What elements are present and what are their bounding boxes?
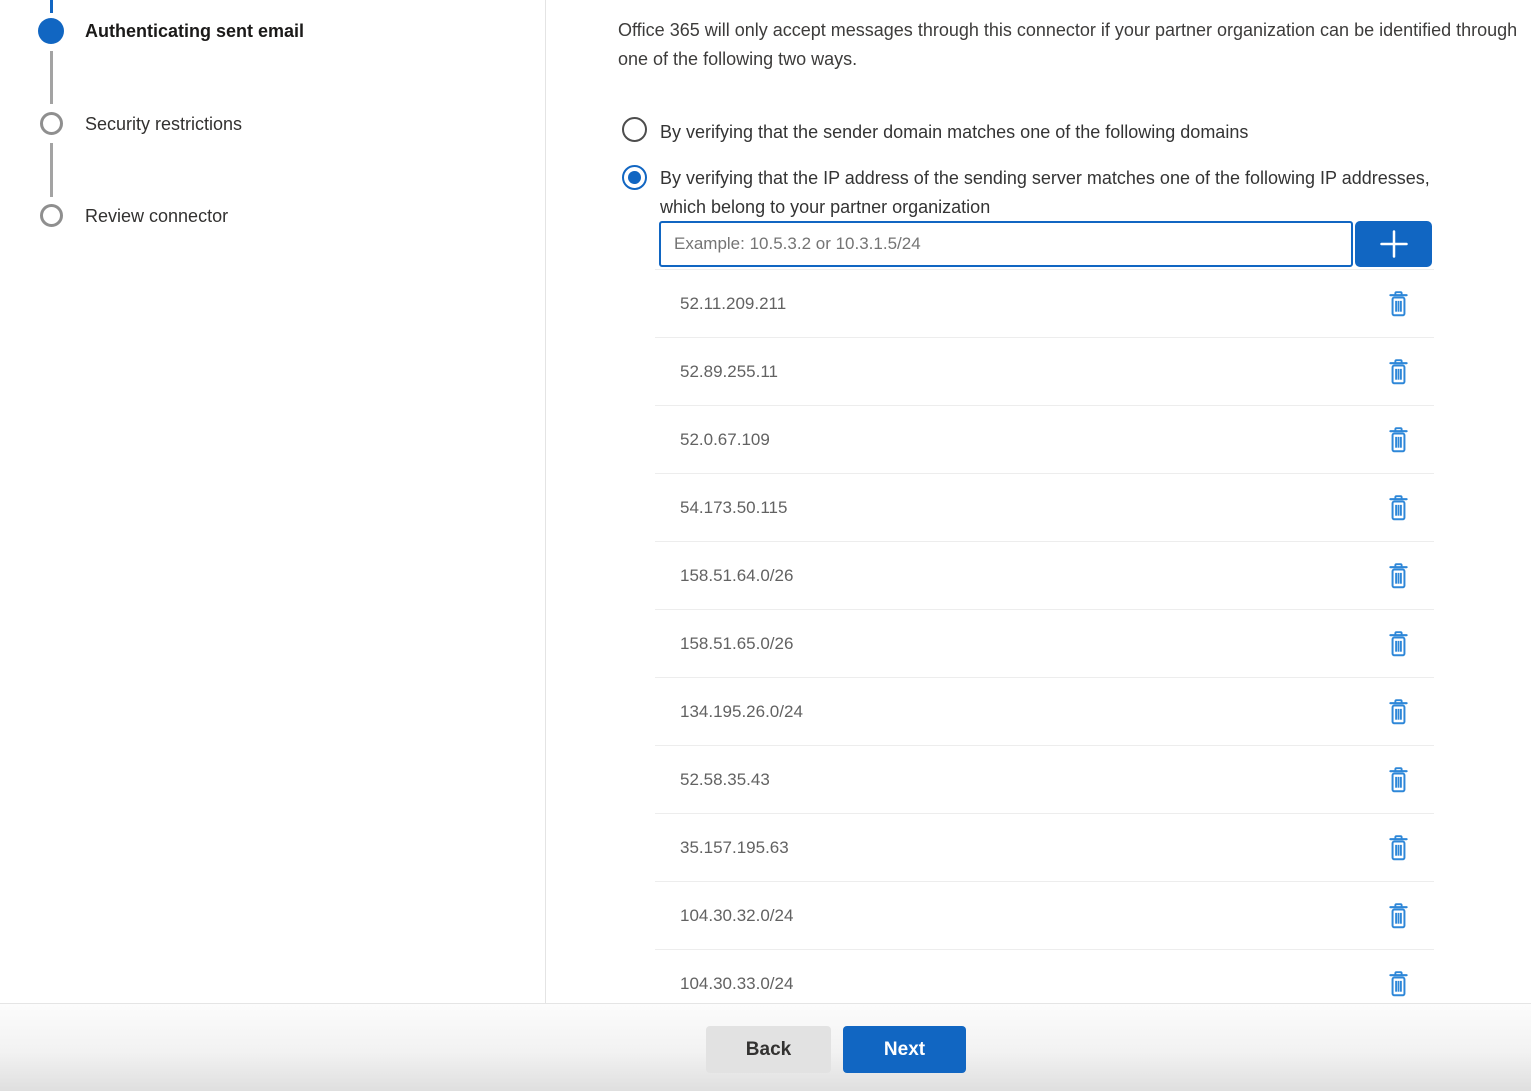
ip-option-label[interactable]: By verifying that the IP address of the … — [660, 164, 1478, 222]
back-button[interactable]: Back — [706, 1026, 831, 1073]
ip-address-list: 52.11.209.211 52.89.255.11 — [655, 269, 1434, 1018]
ip-row: 52.58.35.43 — [655, 746, 1434, 814]
wizard-footer: Back Next — [0, 1003, 1531, 1091]
trash-icon — [1386, 562, 1411, 590]
ip-row: 158.51.64.0/26 — [655, 542, 1434, 610]
ip-row: 52.89.255.11 — [655, 338, 1434, 406]
ip-address-value: 35.157.195.63 — [680, 838, 789, 858]
ip-row: 134.195.26.0/24 — [655, 678, 1434, 746]
delete-ip-button[interactable] — [1384, 765, 1412, 795]
radio-ip-option[interactable] — [622, 165, 647, 190]
trash-icon — [1386, 970, 1411, 998]
trash-icon — [1386, 698, 1411, 726]
trash-icon — [1386, 902, 1411, 930]
delete-ip-button[interactable] — [1384, 425, 1412, 455]
add-ip-button[interactable] — [1355, 221, 1432, 267]
delete-ip-button[interactable] — [1384, 697, 1412, 727]
ip-address-value: 134.195.26.0/24 — [680, 702, 803, 722]
ip-row: 52.11.209.211 — [655, 270, 1434, 338]
intro-text: Office 365 will only accept messages thr… — [618, 16, 1524, 74]
delete-ip-button[interactable] — [1384, 833, 1412, 863]
trash-icon — [1386, 834, 1411, 862]
delete-ip-button[interactable] — [1384, 493, 1412, 523]
ip-address-value: 104.30.32.0/24 — [680, 906, 793, 926]
ip-row: 35.157.195.63 — [655, 814, 1434, 882]
ip-address-value: 52.11.209.211 — [680, 294, 786, 314]
trash-icon — [1386, 426, 1411, 454]
ip-address-value: 52.58.35.43 — [680, 770, 770, 790]
connector-wizard-page: Authenticating sent email Security restr… — [0, 0, 1531, 1091]
domain-option-label[interactable]: By verifying that the sender domain matc… — [660, 118, 1248, 147]
trash-icon — [1386, 630, 1411, 658]
delete-ip-button[interactable] — [1384, 289, 1412, 319]
trash-icon — [1386, 290, 1411, 318]
wizard-content: Office 365 will only accept messages thr… — [0, 0, 1531, 1091]
ip-address-value: 158.51.64.0/26 — [680, 566, 793, 586]
ip-address-value: 52.0.67.109 — [680, 430, 770, 450]
ip-address-value: 52.89.255.11 — [680, 362, 778, 382]
ip-row: 52.0.67.109 — [655, 406, 1434, 474]
radio-domain-option[interactable] — [622, 117, 647, 142]
delete-ip-button[interactable] — [1384, 561, 1412, 591]
trash-icon — [1386, 494, 1411, 522]
ip-address-value: 158.51.65.0/26 — [680, 634, 793, 654]
ip-row: 104.30.32.0/24 — [655, 882, 1434, 950]
next-button[interactable]: Next — [843, 1026, 966, 1073]
ip-address-value: 54.173.50.115 — [680, 498, 787, 518]
trash-icon — [1386, 358, 1411, 386]
delete-ip-button[interactable] — [1384, 969, 1412, 999]
trash-icon — [1386, 766, 1411, 794]
ip-address-input[interactable] — [659, 221, 1353, 267]
plus-icon — [1374, 224, 1414, 264]
ip-row: 158.51.65.0/26 — [655, 610, 1434, 678]
delete-ip-button[interactable] — [1384, 901, 1412, 931]
ip-row: 54.173.50.115 — [655, 474, 1434, 542]
ip-address-value: 104.30.33.0/24 — [680, 974, 793, 994]
delete-ip-button[interactable] — [1384, 629, 1412, 659]
delete-ip-button[interactable] — [1384, 357, 1412, 387]
